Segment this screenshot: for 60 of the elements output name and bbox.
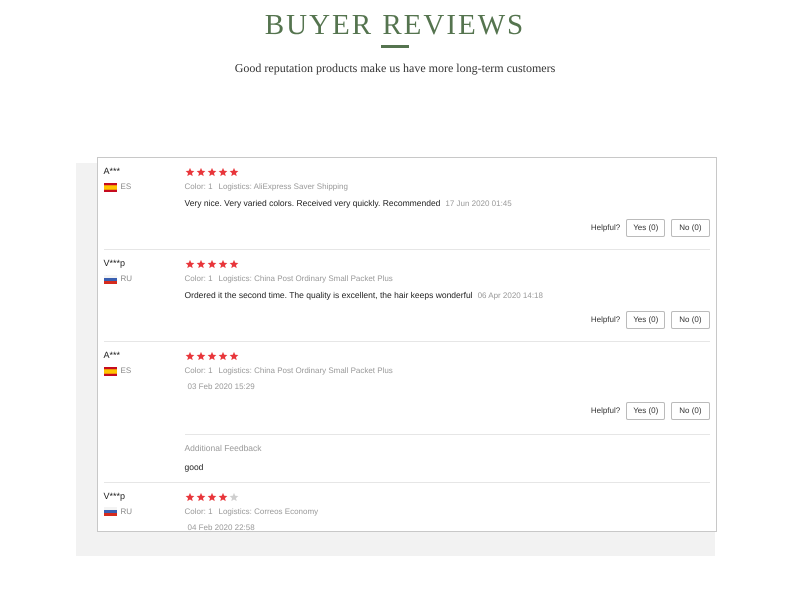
no-button[interactable]: No (0)	[671, 219, 710, 237]
star-icon	[184, 167, 194, 177]
color-info: Color: 1	[184, 506, 213, 518]
star-icon	[228, 351, 238, 361]
star-icon	[218, 167, 228, 177]
review-date: 17 Jun 2020 01:45	[445, 198, 512, 210]
page-title: BUYER REVIEWS	[264, 8, 526, 42]
star-icon	[196, 492, 206, 502]
logistics-info: Logistics: Correos Economy	[218, 506, 318, 518]
star-icon	[218, 259, 228, 269]
star-icon	[206, 351, 216, 361]
yes-button[interactable]: Yes (0)	[626, 402, 666, 420]
review-date: 03 Feb 2020 15:29	[188, 381, 256, 393]
star-icon	[196, 351, 206, 361]
review-text: Very nice. Very varied colors. Received very quickly. Recommended	[184, 197, 440, 209]
star-icon	[228, 167, 238, 177]
review-date: 04 Feb 2020 22:58	[188, 522, 256, 531]
yes-button[interactable]: Yes (0)	[626, 311, 666, 329]
reviewer-name: V***p	[104, 490, 126, 502]
helpful-label: Helpful?	[590, 405, 620, 417]
no-button[interactable]: No (0)	[671, 311, 710, 329]
flag-icon	[104, 182, 116, 192]
additional-feedback-text: good	[184, 460, 204, 474]
country-code: RU	[120, 273, 132, 285]
flag-icon	[104, 507, 116, 516]
country-code: RU	[120, 506, 132, 518]
reviewer-name: V***p	[104, 257, 126, 269]
star-icon	[184, 351, 194, 361]
star-icon	[196, 167, 206, 177]
review-text: Ordered it the second time. The quality is excellent, the hair keeps wonderful	[184, 289, 473, 301]
logistics-info: Logistics: China Post Ordinary Small Packet Plus	[218, 273, 393, 285]
yes-button[interactable]: Yes (0)	[626, 219, 666, 237]
star-icon	[228, 492, 238, 502]
logistics-info: Logistics: AliExpress Saver Shipping	[218, 181, 348, 193]
reviewer-name: A***	[104, 165, 122, 177]
star-icon	[184, 492, 194, 502]
title-underline	[381, 45, 409, 48]
star-icon	[206, 259, 216, 269]
color-info: Color: 1	[184, 365, 213, 377]
logistics-info: Logistics: China Post Ordinary Small Packet Plus	[218, 365, 393, 377]
color-info: Color: 1	[184, 181, 213, 193]
review-date: 06 Apr 2020 14:18	[478, 290, 543, 302]
color-info: Color: 1	[184, 273, 213, 285]
flag-icon	[104, 274, 116, 284]
star-icon	[228, 259, 238, 269]
subtitle: Good reputation products make us have more long-term customers	[234, 60, 556, 77]
helpful-label: Helpful?	[590, 314, 620, 326]
star-icon	[196, 259, 206, 269]
star-icon	[218, 351, 228, 361]
flag-icon	[104, 366, 116, 376]
additional-feedback-label: Additional Feedback	[184, 442, 263, 455]
no-button[interactable]: No (0)	[671, 402, 710, 420]
country-code: ES	[120, 365, 132, 377]
star-icon	[184, 259, 194, 269]
country-code: ES	[120, 181, 132, 193]
helpful-label: Helpful?	[590, 222, 620, 234]
reviewer-name: A***	[104, 349, 122, 361]
star-icon	[206, 167, 216, 177]
star-icon	[218, 492, 228, 502]
star-icon	[206, 492, 216, 502]
